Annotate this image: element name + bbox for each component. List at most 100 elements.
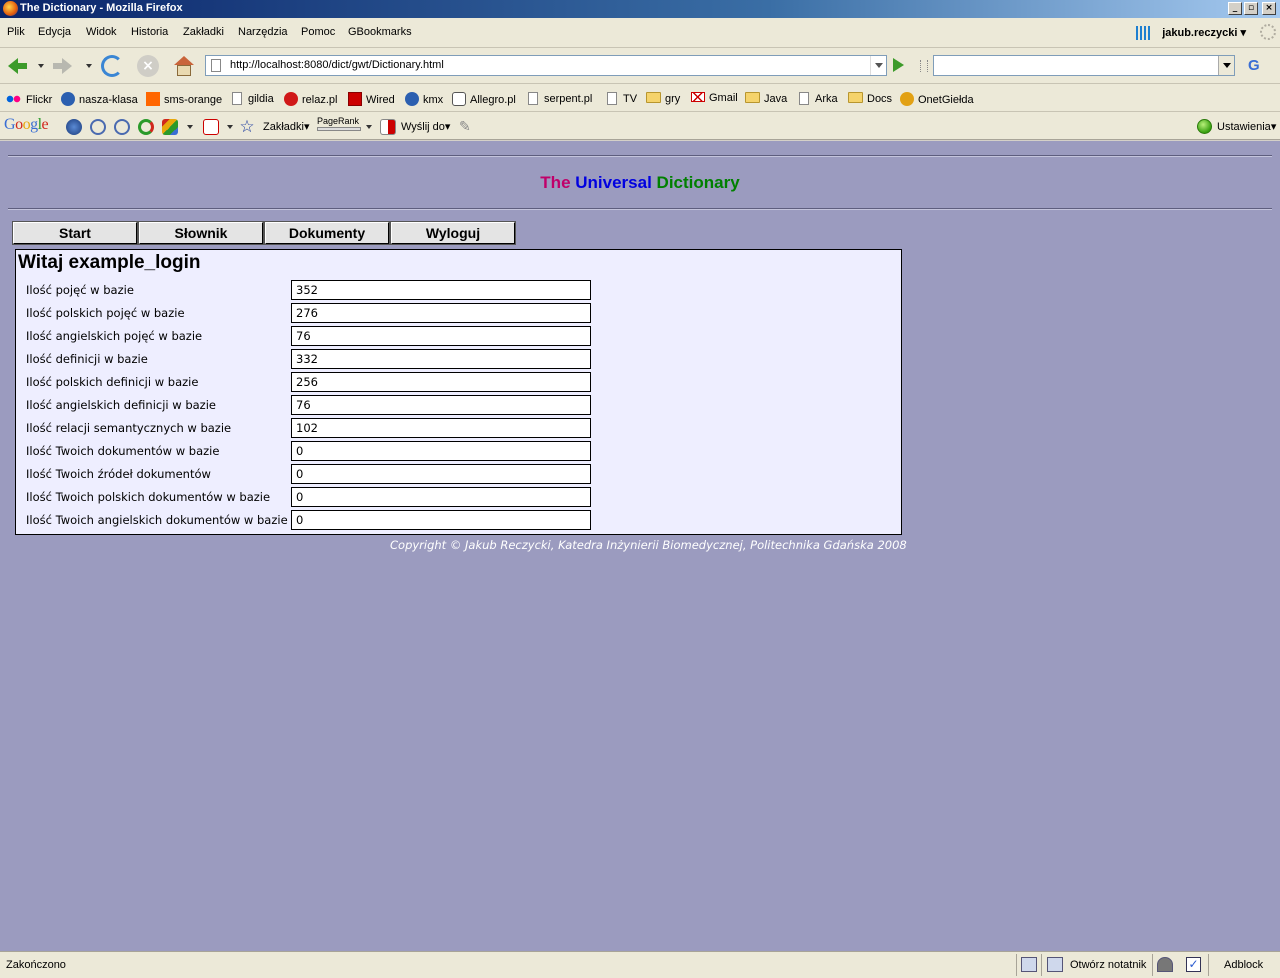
stat-row: Ilość Twoich dokumentów w bazie 0 (26, 441, 596, 461)
back-button[interactable] (5, 54, 31, 78)
url-history-dropdown[interactable] (870, 56, 886, 75)
user-menu[interactable]: jakub.reczycki ▾ (1162, 26, 1246, 39)
stat-label: Ilość Twoich polskich dokumentów w bazie (26, 490, 271, 504)
mail-icon[interactable] (203, 119, 219, 135)
bookmark-relaz[interactable]: relaz.pl (284, 92, 337, 106)
bookmark-kmx[interactable]: kmx (405, 92, 443, 106)
stat-row: Ilość polskich pojęć w bazie 276 (26, 303, 596, 323)
bookmark-arka[interactable]: Arka (799, 92, 838, 105)
menu-pomoc[interactable]: Pomoc (301, 26, 335, 38)
gadgets-dropdown[interactable] (187, 125, 193, 129)
welcome-panel: Witaj example_login Ilość pojęć w bazie … (15, 249, 902, 535)
search-site-icon[interactable] (90, 119, 106, 135)
mail-dropdown[interactable] (227, 125, 233, 129)
stat-label: Ilość pojęć w bazie (26, 283, 134, 297)
menu-widok[interactable]: Widok (86, 26, 117, 38)
menu-narzedzia[interactable]: Narzędzia (238, 26, 288, 38)
back-history-dropdown[interactable] (38, 64, 44, 68)
forward-button[interactable] (50, 54, 76, 78)
bookmark-gmail[interactable]: Gmail (691, 92, 738, 104)
stat-row: Ilość pojęć w bazie 352 (26, 280, 596, 300)
reload-button[interactable] (98, 54, 124, 78)
bookmark-gry[interactable]: gry (646, 92, 680, 105)
stat-value-field[interactable]: 256 (291, 372, 591, 392)
bookmark-allegro[interactable]: Allegro.pl (452, 92, 516, 106)
bookmark-sms-orange[interactable]: sms-orange (146, 92, 222, 106)
stat-value-field[interactable]: 0 (291, 441, 591, 461)
notepad-icon[interactable] (1047, 957, 1063, 972)
menu-plik[interactable]: Plik (7, 26, 25, 38)
tab-wyloguj[interactable]: Wyloguj (390, 221, 516, 245)
google-logo[interactable]: Google (4, 116, 49, 134)
bookmark-gildia[interactable]: gildia (232, 92, 274, 105)
nasza-klasa-icon (61, 92, 75, 106)
chrome-icon[interactable] (138, 119, 154, 135)
url-bar[interactable]: http://localhost:8080/dict/gwt/Dictionar… (205, 55, 887, 76)
bottom-divider (8, 208, 1272, 210)
stat-label: Ilość polskich pojęć w bazie (26, 306, 185, 320)
search-combo[interactable] (933, 55, 1235, 76)
stat-value-field[interactable]: 276 (291, 303, 591, 323)
search-dropdown[interactable] (1218, 56, 1234, 75)
stat-value-field[interactable]: 0 (291, 510, 591, 530)
search-engine-icon[interactable]: G (1248, 57, 1260, 74)
open-notepad-link[interactable]: Otwórz notatnik (1070, 959, 1146, 971)
adblock-button[interactable]: Adblock (1224, 959, 1263, 971)
bookmark-serpent[interactable]: serpent.pl (528, 92, 592, 105)
tab-dokumenty[interactable]: Dokumenty (264, 221, 390, 245)
pencil-icon[interactable]: ✎ (459, 119, 475, 135)
bookmark-flickr[interactable]: Flickr (6, 92, 52, 106)
bookmark-wired[interactable]: Wired (348, 92, 395, 106)
stat-row: Ilość angielskich pojęć w bazie 76 (26, 326, 596, 346)
bookmark-onetgielda[interactable]: OnetGiełda (900, 92, 974, 106)
stat-value-field[interactable]: 102 (291, 418, 591, 438)
menu-gbookmarks[interactable]: GBookmarks (348, 26, 412, 38)
pagerank-dropdown[interactable] (366, 125, 372, 129)
stat-value-field[interactable]: 332 (291, 349, 591, 369)
orange-icon (146, 92, 160, 106)
stat-row: Ilość Twoich angielskich dokumentów w ba… (26, 510, 596, 530)
home-icon (174, 56, 194, 76)
welcome-heading: Witaj example_login (18, 252, 201, 273)
gadgets-icon[interactable] (162, 119, 178, 135)
stat-value-field[interactable]: 0 (291, 464, 591, 484)
close-button[interactable]: × (1262, 2, 1276, 15)
navigation-toolbar: × http://localhost:8080/dict/gwt/Diction… (0, 48, 1280, 84)
send-to-menu[interactable]: Wyślij do▾ (401, 120, 450, 133)
tab-slownik[interactable]: Słownik (138, 221, 264, 245)
page-icon (232, 92, 242, 105)
settings-menu[interactable]: Ustawienia▾ (1217, 120, 1276, 133)
menu-historia[interactable]: Historia (131, 26, 168, 38)
stat-value-field[interactable]: 76 (291, 395, 591, 415)
search-lucky-icon[interactable] (114, 119, 130, 135)
stat-row: Ilość relacji semantycznych w bazie 102 (26, 418, 596, 438)
maximize-button[interactable]: ▫ (1244, 2, 1258, 15)
stat-value-field[interactable]: 352 (291, 280, 591, 300)
minimize-button[interactable]: _ (1228, 2, 1242, 15)
tab-start[interactable]: Start (12, 221, 138, 245)
checkbox-icon[interactable]: ✓ (1186, 957, 1201, 972)
bookmark-docs[interactable]: Docs (848, 92, 892, 105)
title-dictionary: Dictionary (656, 173, 740, 192)
globe-icon[interactable] (66, 119, 82, 135)
menu-edycja[interactable]: Edycja (38, 26, 71, 38)
shark-icon[interactable] (1157, 957, 1173, 972)
home-button[interactable] (170, 54, 196, 78)
stat-row: Ilość polskich definicji w bazie 256 (26, 372, 596, 392)
bookmark-java[interactable]: Java (745, 92, 787, 105)
go-icon[interactable] (893, 58, 904, 72)
bookmark-nasza-klasa[interactable]: nasza-klasa (61, 92, 138, 106)
stat-label: Ilość angielskich pojęć w bazie (26, 329, 203, 343)
stat-value-field[interactable]: 76 (291, 326, 591, 346)
menu-zakladki[interactable]: Zakładki (183, 26, 224, 38)
bookmark-tv[interactable]: TV (607, 92, 637, 105)
star-icon[interactable]: ☆ (239, 119, 255, 136)
stop-button[interactable]: × (134, 54, 160, 78)
folder-icon (848, 92, 863, 103)
stat-value-field[interactable]: 0 (291, 487, 591, 507)
forward-history-dropdown[interactable] (86, 64, 92, 68)
bookmarks-menu[interactable]: Zakładki▾ (263, 120, 310, 133)
screen-capture-icon[interactable] (1021, 957, 1037, 972)
status-text: Zakończono (6, 959, 66, 971)
toolbar-splitter[interactable] (920, 60, 928, 72)
